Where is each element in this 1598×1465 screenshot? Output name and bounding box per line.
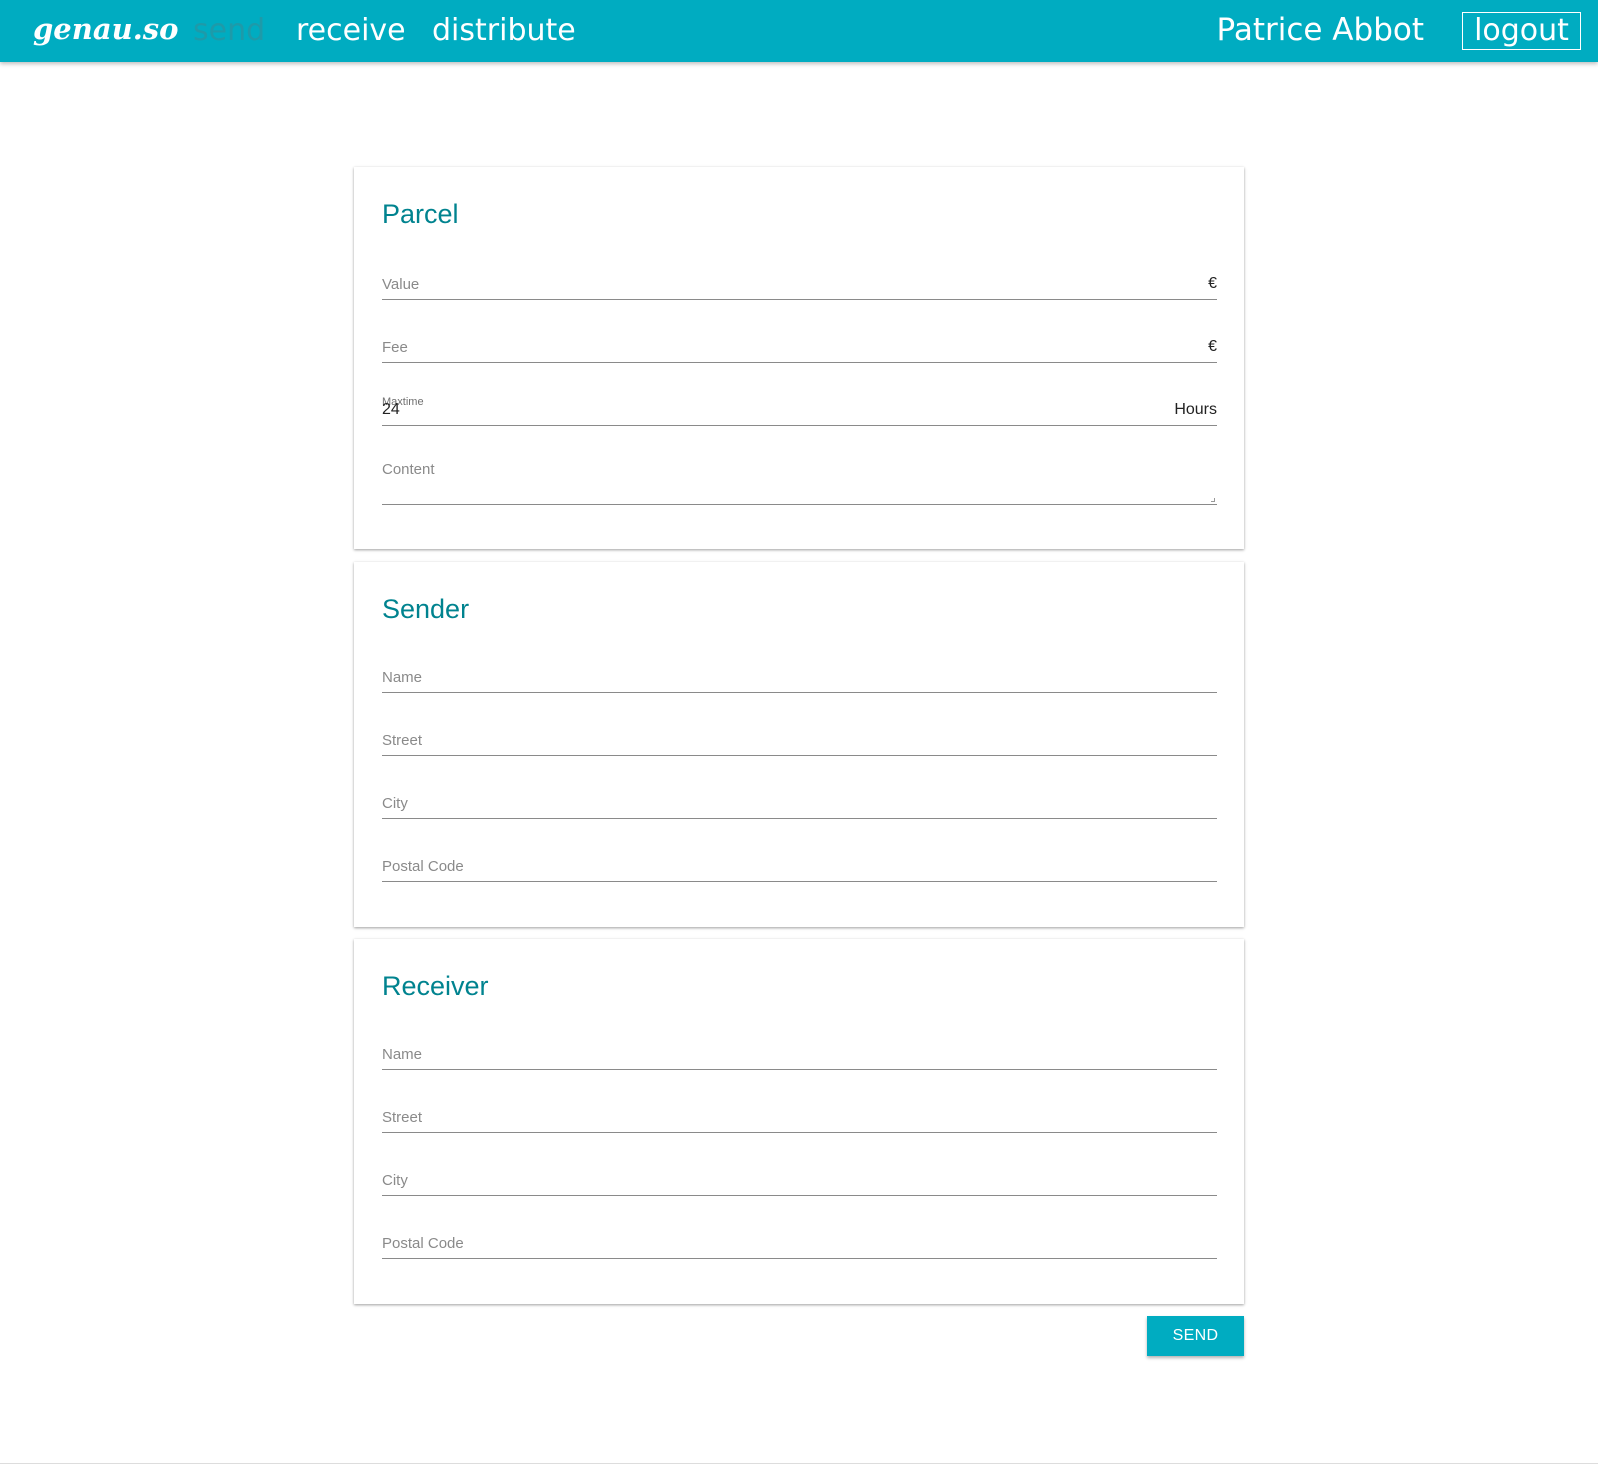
maxtime-value[interactable]: 24 [382, 401, 400, 419]
receiver-postal-code-field[interactable]: Postal Code [382, 1219, 1217, 1259]
fee-label: Fee [382, 339, 408, 356]
receiver-street-field[interactable]: Street [382, 1093, 1217, 1133]
sender-title: Sender [382, 594, 470, 624]
receiver-card: Receiver Name Street City Postal Code [354, 939, 1244, 1304]
value-label: Value [382, 276, 420, 293]
content-label: Content [382, 461, 435, 478]
parcel-card: Parcel Value € Fee € Maxtime 24 Hours Co… [354, 167, 1244, 549]
fee-field[interactable]: Fee € [382, 323, 1217, 363]
sender-name-field[interactable]: Name [382, 653, 1217, 693]
footer-divider [0, 1463, 1598, 1464]
nav-receive[interactable]: receive [296, 13, 406, 48]
resize-grip-icon[interactable] [1211, 498, 1215, 502]
sender-city-label: City [382, 795, 408, 812]
receiver-street-label: Street [382, 1109, 423, 1126]
logout-button[interactable]: logout [1462, 12, 1581, 50]
receiver-city-label: City [382, 1172, 408, 1189]
send-button[interactable]: SEND [1147, 1316, 1244, 1356]
fee-currency-suffix: € [1208, 338, 1217, 355]
sender-name-label: Name [382, 669, 423, 686]
receiver-name-label: Name [382, 1046, 423, 1063]
receiver-name-field[interactable]: Name [382, 1030, 1217, 1070]
value-field[interactable]: Value € [382, 260, 1217, 300]
maxtime-hours-suffix: Hours [1174, 401, 1217, 418]
sender-card: Sender Name Street City Postal Code [354, 562, 1244, 927]
nav-send[interactable]: send [193, 13, 265, 48]
maxtime-field[interactable]: Maxtime 24 Hours [382, 386, 1217, 426]
sender-city-field[interactable]: City [382, 779, 1217, 819]
content-field[interactable]: Content [382, 449, 1217, 505]
sender-postal-code-field[interactable]: Postal Code [382, 842, 1217, 882]
sender-street-field[interactable]: Street [382, 716, 1217, 756]
nav-distribute[interactable]: distribute [432, 13, 576, 48]
value-currency-suffix: € [1208, 275, 1217, 292]
receiver-postal-code-label: Postal Code [382, 1235, 464, 1252]
user-name: Patrice Abbot [1216, 12, 1424, 48]
receiver-title: Receiver [382, 971, 489, 1001]
sender-street-label: Street [382, 732, 423, 749]
top-bar: genau.so send receive distribute Patrice… [0, 0, 1598, 62]
sender-postal-code-label: Postal Code [382, 858, 464, 875]
parcel-title: Parcel [382, 199, 459, 229]
logo[interactable]: genau.so [33, 12, 178, 46]
receiver-city-field[interactable]: City [382, 1156, 1217, 1196]
